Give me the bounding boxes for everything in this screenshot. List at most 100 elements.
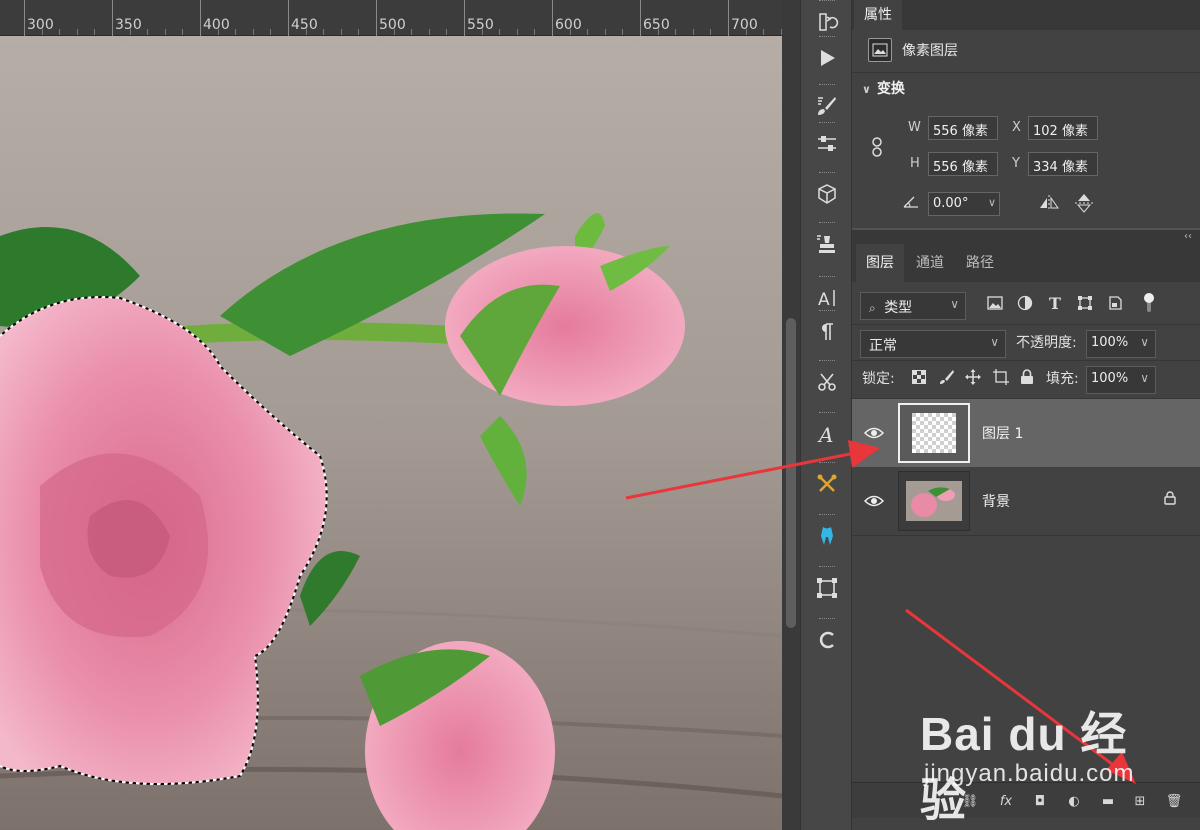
angle-value: 0.00° — [933, 196, 969, 211]
layer-name[interactable]: 图层 1 — [982, 423, 1023, 443]
link-proportions-icon[interactable] — [870, 136, 884, 162]
adjustment-layer-icon[interactable]: ◐ — [1064, 791, 1084, 811]
ruler-minor-tick — [745, 29, 747, 35]
y-field[interactable]: 334 像素 — [1028, 152, 1098, 176]
clone-stamp-icon[interactable] — [807, 222, 847, 262]
crossed-tools-icon[interactable] — [807, 462, 847, 502]
ruler-minor-tick — [305, 29, 307, 35]
ruler-minor-tick — [252, 29, 254, 35]
ruler-tick: 400 — [200, 0, 230, 36]
adjust-sliders-icon[interactable] — [807, 122, 847, 162]
frame-icon[interactable] — [807, 566, 847, 606]
history-icon[interactable] — [807, 0, 847, 40]
lock-artboard-icon[interactable] — [992, 368, 1010, 386]
visibility-eye-icon[interactable] — [863, 493, 885, 509]
layer-row-layer1[interactable]: 图层 1 — [852, 399, 1200, 467]
play-action-icon[interactable] — [807, 36, 847, 76]
paragraph-icon[interactable] — [807, 310, 847, 350]
opacity-value: 100% — [1091, 335, 1129, 350]
figure-icon[interactable] — [807, 514, 847, 554]
layer-type-label: 像素图层 — [902, 43, 958, 59]
lock-paint-brush-icon[interactable] — [938, 368, 956, 386]
opacity-field[interactable]: 100% ∨ — [1086, 330, 1156, 358]
fill-label: 填充: — [1046, 371, 1079, 387]
chevron-down-icon: ∨ — [987, 196, 996, 209]
ruler-tick-label: 500 — [379, 17, 406, 33]
layer-thumbnail[interactable] — [898, 471, 970, 531]
transform-section-header[interactable]: ∨ 变换 — [862, 78, 905, 98]
ruler-minor-tick — [235, 29, 237, 35]
scissors-icon[interactable] — [807, 360, 847, 400]
ruler-minor-tick — [129, 29, 131, 35]
tab-paths[interactable]: 路径 — [956, 244, 1004, 282]
width-field[interactable]: 556 像素 — [928, 116, 998, 140]
ruler-minor-tick — [499, 29, 501, 35]
rose-photo[interactable] — [0, 36, 782, 830]
tab-layers[interactable]: 图层 — [856, 244, 904, 282]
lock-transparency-icon[interactable] — [910, 368, 928, 386]
ruler-tick: 300 — [24, 0, 54, 36]
angle-field[interactable]: 0.00° ∨ — [928, 192, 1000, 216]
new-group-icon[interactable]: ▬ — [1098, 791, 1118, 811]
fill-field[interactable]: 100% ∨ — [1086, 366, 1156, 394]
svg-text:A: A — [818, 290, 830, 310]
canvas-scroll-thumb[interactable] — [786, 318, 796, 628]
ruler-minor-tick — [393, 29, 395, 35]
rose-thumbnail-icon — [906, 481, 962, 521]
lock-position-icon[interactable] — [964, 368, 982, 386]
filter-shape-icon[interactable] — [1076, 294, 1094, 312]
ruler-minor-tick — [270, 29, 272, 35]
collapse-panel-button[interactable]: ‹‹ — [852, 230, 1200, 244]
flip-vertical-icon[interactable] — [1074, 192, 1094, 218]
layer-filter-dropdown[interactable]: ⌕ 类型 ∨ — [860, 292, 966, 320]
opacity-label: 不透明度: — [1016, 335, 1077, 351]
ruler-tick-label: 350 — [115, 17, 142, 33]
ruler-tick: 500 — [376, 0, 406, 36]
ruler-minor-tick — [516, 29, 518, 35]
angle-icon — [902, 195, 920, 213]
layer-row-background[interactable]: 背景 — [852, 467, 1200, 535]
fill-value: 100% — [1091, 371, 1129, 386]
brush-settings-icon[interactable] — [807, 84, 847, 124]
properties-tabbar: 属性 — [852, 0, 1200, 30]
filter-pixel-icon[interactable] — [986, 294, 1004, 312]
flip-horizontal-icon[interactable] — [1038, 194, 1060, 216]
ruler-minor-tick — [94, 29, 96, 35]
svg-text:A: A — [817, 423, 833, 446]
layer-name[interactable]: 背景 — [982, 491, 1010, 511]
fx-icon[interactable]: fx — [996, 791, 1016, 811]
tab-properties[interactable]: 属性 — [854, 0, 902, 30]
blend-mode-value: 正常 — [869, 338, 897, 354]
horizontal-ruler: 3003504004505005506006507007508008509009… — [0, 0, 782, 36]
height-field[interactable]: 556 像素 — [928, 152, 998, 176]
filter-toggle-icon[interactable] — [1140, 293, 1158, 312]
document-canvas[interactable]: 3003504004505005506006507007508008509009… — [0, 0, 782, 830]
search-icon: ⌕ — [869, 301, 876, 315]
x-field[interactable]: 102 像素 — [1028, 116, 1098, 140]
pixel-layer-icon — [868, 38, 892, 62]
layer-thumbnail[interactable] — [898, 403, 970, 463]
refresh-c-icon[interactable] — [807, 618, 847, 658]
ruler-tick: 600 — [552, 0, 582, 36]
ruler-minor-tick — [340, 29, 342, 35]
tab-channels[interactable]: 通道 — [906, 244, 954, 282]
ruler-minor-tick — [587, 29, 589, 35]
add-mask-icon[interactable]: ◘ — [1030, 791, 1050, 811]
3d-cube-icon[interactable] — [807, 172, 847, 212]
ruler-minor-tick — [411, 29, 413, 35]
link-layers-icon[interactable]: ⛓ — [960, 791, 980, 811]
filter-type-icon[interactable]: T — [1046, 294, 1064, 313]
divider — [852, 360, 1200, 361]
lock-icon[interactable] — [1164, 491, 1176, 509]
lock-label: 锁定: — [862, 371, 895, 387]
delete-layer-icon[interactable]: 🗑 — [1164, 791, 1184, 811]
glyph-a-icon[interactable]: A — [807, 412, 847, 452]
filter-smart-object-icon[interactable] — [1106, 294, 1124, 312]
blend-mode-dropdown[interactable]: 正常 ∨ — [860, 330, 1006, 358]
visibility-eye-icon[interactable] — [863, 425, 885, 441]
ruler-tick-label: 700 — [731, 17, 758, 33]
filter-adjustment-icon[interactable] — [1016, 294, 1034, 312]
ruler-tick: 350 — [112, 0, 142, 36]
new-layer-icon[interactable]: ⊞ — [1130, 791, 1150, 811]
lock-all-icon[interactable] — [1018, 368, 1036, 386]
